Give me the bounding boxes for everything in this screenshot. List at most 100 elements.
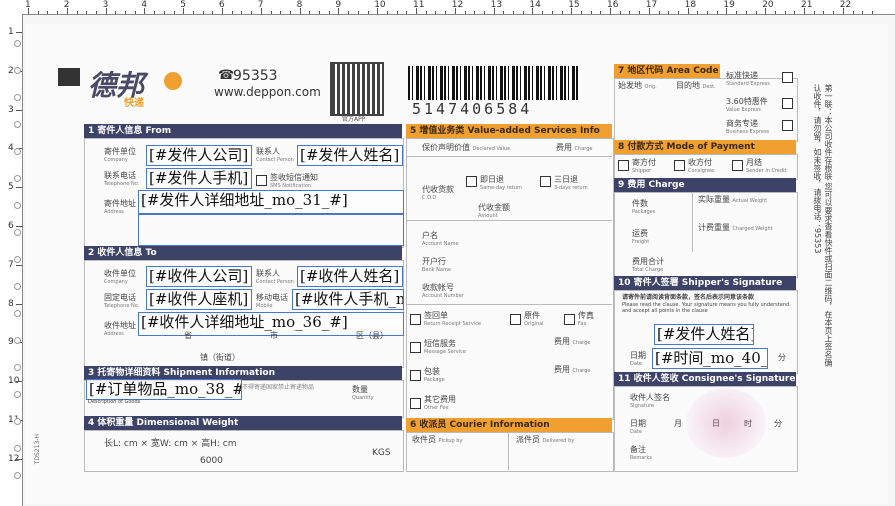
- ruler-tick: [348, 11, 350, 14]
- ruler-tick: [47, 11, 49, 14]
- receiver-name-field[interactable]: [#收件人姓名]: [297, 266, 403, 287]
- ruler-tick: [222, 8, 223, 14]
- vruler-mark: 9: [8, 337, 14, 348]
- sameday-checkbox[interactable]: [466, 176, 477, 187]
- hotline: 95353: [233, 68, 278, 84]
- sec1-address-label: 寄件地址 Address: [104, 199, 136, 215]
- original-checkbox[interactable]: [510, 314, 521, 325]
- website: www.deppon.com: [214, 85, 321, 99]
- p360-checkbox[interactable]: [782, 98, 793, 109]
- ruler-mark: 15: [568, 0, 580, 10]
- threeday-label: 三日退 3-days return: [554, 175, 588, 191]
- ruler-mark: 16: [607, 0, 619, 10]
- package-checkbox[interactable]: [410, 370, 421, 381]
- sec1-contact-label: 联系人 Contact Person: [256, 147, 294, 163]
- ruler-tick: [823, 11, 825, 14]
- feed-hole: [14, 256, 21, 263]
- receiver-mobile-field[interactable]: [#收件人手机_m: [292, 289, 404, 310]
- sec2-header: 2 收件人信息 To: [84, 246, 402, 260]
- ruler-tick: [532, 8, 534, 14]
- receiver-landline-field[interactable]: [#收件人座机]: [146, 289, 252, 310]
- feed-hole: [14, 418, 21, 425]
- std-express-checkbox[interactable]: [782, 72, 793, 83]
- clause-text: 请寄件前请阅读背面条款，签名后表示同意该条款: [622, 294, 755, 301]
- ruler-tick: [658, 11, 660, 14]
- ruler-mark: 19: [723, 0, 735, 10]
- waybill-print-preview: 1 2 3 4 5 6 7 8 9 10 11 12 13 14 15 16 17 18 19 20 21 22 1234…: [0, 0, 895, 506]
- sec11-header: 11 收件人签收 Consignee's Signature: [614, 372, 796, 386]
- ruler-mark: 18: [684, 0, 697, 10]
- return-receipt-label: 签回单 Return Receipt Service: [424, 311, 481, 327]
- ruler-tick: [736, 11, 738, 14]
- feed-hole: [14, 310, 21, 317]
- ruler-tick: [677, 11, 679, 14]
- sms-service-checkbox[interactable]: [410, 342, 421, 353]
- receiver-company-field[interactable]: [#收件人公司]: [146, 266, 252, 287]
- sec2-address-label: 收件地址 Address: [104, 321, 136, 337]
- biz-express-checkbox[interactable]: [782, 120, 793, 131]
- sec11-minute: 分: [774, 419, 782, 428]
- sec5-header: 5 增值业务类 Value-added Services Info: [406, 124, 612, 138]
- feed-hole: [14, 67, 21, 74]
- sms-fee-label: 费用 Charge: [554, 337, 591, 346]
- shipper-signature-field[interactable]: [#发件人姓名]: [654, 324, 754, 345]
- ruler-tick: [493, 8, 495, 14]
- ship-time-field[interactable]: [#时间_mo_40_#]: [652, 348, 768, 369]
- other-fee-label: 其它费用 Other Fee: [424, 395, 456, 411]
- ruler-tick: [813, 11, 815, 14]
- ruler-tick: [697, 11, 699, 14]
- ruler-tick: [513, 11, 514, 14]
- qr-code: [330, 62, 384, 116]
- sms-checkbox[interactable]: [256, 175, 267, 186]
- feed-hole: [14, 94, 21, 101]
- p360-label: 3.60特惠件 Value Express: [726, 97, 768, 113]
- qr-caption: 官方APP: [342, 116, 366, 123]
- account-no-label: 收款帐号 Account Number: [422, 283, 464, 299]
- consignee-pay-checkbox[interactable]: [674, 160, 685, 171]
- ruler-tick: [745, 11, 747, 14]
- addr-unit-province: 省: [184, 331, 192, 340]
- other-fee-checkbox[interactable]: [410, 398, 421, 409]
- feed-hole: [14, 391, 21, 398]
- vruler-tick: [16, 109, 22, 111]
- credit-pay-checkbox[interactable]: [732, 160, 743, 171]
- feed-hole: [14, 121, 21, 128]
- sec2-company-label: 收件单位 Company: [104, 269, 136, 285]
- sec7-header: 7 地区代码 Area Code: [614, 64, 720, 78]
- ruler-tick: [784, 11, 786, 14]
- threeday-checkbox[interactable]: [540, 176, 551, 187]
- sms-label: 签收短信通知 SMS Notification: [270, 173, 318, 189]
- fax-checkbox[interactable]: [564, 314, 575, 325]
- sender-name-field[interactable]: [#发件人姓名]: [297, 145, 403, 166]
- sender-address-field[interactable]: [#发件人详细地址_mo_31_#]: [138, 190, 404, 214]
- ruler-tick: [590, 11, 592, 14]
- feed-hole: [14, 337, 21, 344]
- sender-phone-field[interactable]: [#发件人手机]: [146, 168, 252, 189]
- vruler-mark: 5: [8, 182, 14, 193]
- sender-company-field[interactable]: [#发件人公司]: [146, 145, 252, 166]
- ruler-tick: [435, 11, 437, 14]
- total-charge-label: 费用合计 Total Charge: [632, 257, 664, 273]
- ruler-tick: [241, 11, 243, 14]
- ruler-tick: [37, 11, 39, 14]
- clause-en: Please read the clause. Your signature m…: [622, 302, 790, 314]
- sender-address-extra-box: [138, 214, 404, 246]
- brand-mark-icon: [58, 68, 80, 86]
- shipper-pay-checkbox[interactable]: [618, 160, 629, 171]
- return-receipt-checkbox[interactable]: [410, 314, 421, 325]
- goods-desc-en: Description of Goods: [88, 399, 141, 405]
- divisor: 6000: [200, 456, 223, 466]
- ruler-tick: [464, 11, 466, 14]
- ruler-tick: [396, 11, 398, 14]
- addr-unit-district: 区（县）: [356, 331, 388, 340]
- ruler-tick: [755, 11, 757, 14]
- ruler-tick: [115, 11, 117, 14]
- ruler-tick: [260, 8, 262, 14]
- ruler-tick: [173, 11, 175, 14]
- goods-field[interactable]: [#订单物品_mo_38_#]: [86, 379, 242, 400]
- ruler-tick: [804, 8, 805, 14]
- vruler-tick: [16, 264, 22, 266]
- divider: [406, 220, 612, 221]
- ruler-tick: [183, 8, 185, 14]
- vruler-mark: 6: [8, 221, 14, 231]
